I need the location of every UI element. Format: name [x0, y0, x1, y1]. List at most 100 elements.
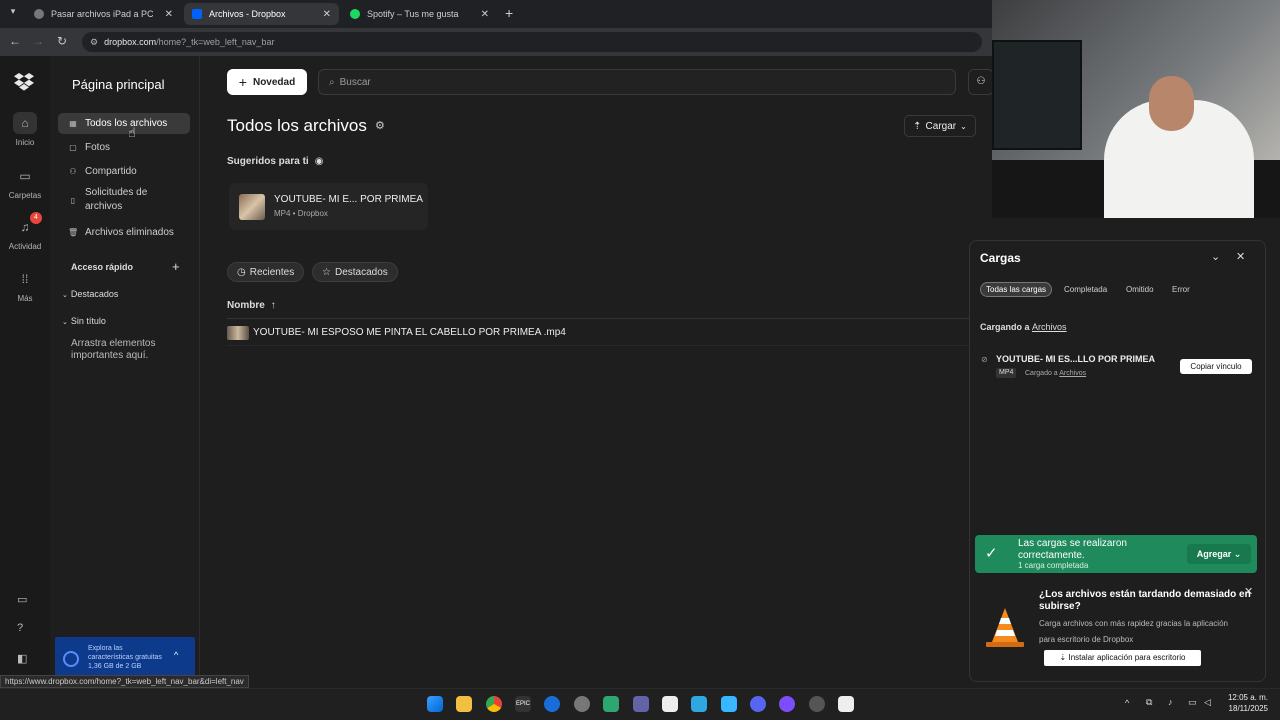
mouse-cursor-icon: ☝	[128, 125, 136, 140]
chip-skipped[interactable]: Omitido	[1121, 282, 1159, 297]
video-thumbnail	[227, 325, 249, 340]
quick-access-heading: Acceso rápido	[71, 262, 134, 272]
tray-chevron-icon[interactable]: ^	[1125, 698, 1129, 708]
page-title: Todos los archivos	[227, 116, 367, 135]
settings-gear-icon[interactable]: ⚙	[375, 119, 385, 132]
filter-starred[interactable]: ☆ Destacados	[312, 262, 398, 282]
rail-item-more[interactable]: ⁞⁞ Más	[0, 268, 50, 303]
browser-tab-1[interactable]: Pasar archivos iPad a PC ✕	[26, 3, 181, 25]
search-icon: ⌕	[329, 76, 335, 88]
tab-search-icon[interactable]: ▾	[6, 6, 20, 20]
capcut-icon[interactable]	[662, 696, 678, 712]
file-explorer-icon[interactable]	[456, 696, 472, 712]
help-icon[interactable]: ?	[17, 622, 23, 634]
sidebar-item-photos[interactable]: ▢ Fotos	[58, 137, 190, 158]
plus-icon: +	[238, 74, 247, 90]
success-toast: ✓ Las cargas se realizaron correctamente.…	[975, 535, 1257, 573]
traffic-cone-icon	[982, 604, 1028, 650]
archivos-link[interactable]: Archivos	[1032, 322, 1067, 332]
untitled-section[interactable]: ⌄ Sin título	[62, 316, 106, 326]
teams-icon[interactable]	[633, 696, 649, 712]
reload-icon[interactable]: ↻	[57, 34, 67, 48]
clock[interactable]: 12:05 a. m. 18/11/2025	[1224, 692, 1268, 714]
steam-icon[interactable]	[809, 696, 825, 712]
browser-tab-2[interactable]: Archivos - Dropbox ✕	[184, 3, 339, 25]
sidebar-title: Página principal	[72, 77, 165, 92]
upload-icon: ⇡	[913, 120, 922, 132]
promo-body: Carga archivos con más rapidez gracias l…	[1039, 619, 1228, 644]
chrome-icon[interactable]	[486, 696, 502, 712]
microphone-icon[interactable]: ♪	[1168, 697, 1173, 707]
url-field[interactable]: ⚙ dropbox.com/home?_tk=web_left_nav_bar	[82, 32, 982, 52]
settings-icon[interactable]	[574, 696, 590, 712]
new-tab-icon[interactable]: +	[505, 5, 513, 21]
close-icon[interactable]: ✕	[165, 9, 173, 20]
files-icon: ▦	[69, 119, 77, 128]
chip-all-uploads[interactable]: Todas las cargas	[980, 282, 1053, 297]
add-button[interactable]: Agregar ⌄	[1187, 544, 1251, 564]
eye-icon[interactable]: ◉	[315, 156, 324, 167]
promo-title: ¿Los archivos están tardando demasiado e…	[1039, 589, 1251, 612]
close-icon[interactable]: ✕	[481, 9, 489, 20]
close-icon[interactable]: ✕	[323, 9, 331, 20]
check-circle-icon: ⊘	[981, 355, 988, 364]
filter-recent[interactable]: ◷ Recientes	[227, 262, 305, 282]
epic-games-icon[interactable]: EPIC	[515, 696, 531, 712]
chevron-down-icon: ⌄	[62, 292, 68, 299]
site-info-icon[interactable]: ⚙	[90, 37, 98, 48]
sidebar-item-shared[interactable]: ⚇ Compartido	[58, 161, 190, 182]
chip-completed[interactable]: Completada	[1059, 282, 1112, 297]
starred-section[interactable]: ⌄ Destacados	[62, 289, 118, 299]
forward-icon[interactable]: →	[32, 34, 44, 48]
suggested-card[interactable]: YOUTUBE- MI E... POR PRIMEA MP4 • Dropbo…	[229, 183, 428, 230]
new-button[interactable]: + Novedad	[227, 69, 307, 95]
tray-app-icon[interactable]: ⧉	[1146, 697, 1152, 708]
network-icon[interactable]: ▭	[1188, 697, 1197, 708]
dropbox-logo-icon[interactable]	[13, 72, 35, 92]
app-green-icon[interactable]	[603, 696, 619, 712]
install-desktop-app-button[interactable]: ⇣ Instalar aplicación para escritorio	[1044, 650, 1201, 666]
volume-icon[interactable]: ◁	[1204, 697, 1211, 708]
photo-icon: ▢	[69, 143, 77, 152]
status-url: https://www.dropbox.com/home?_tk=web_lef…	[0, 675, 249, 688]
chip-error[interactable]: Error	[1167, 282, 1195, 297]
copy-link-button[interactable]: Copiar vínculo	[1180, 359, 1252, 374]
star-icon: ☆	[322, 266, 331, 278]
rail-item-activity[interactable]: ♫ Actividad	[0, 216, 50, 251]
request-icon: ▯	[70, 196, 76, 205]
table-row[interactable]: YOUTUBE- MI ESPOSO ME PINTA EL CABELLO P…	[227, 320, 972, 346]
divider	[227, 318, 972, 319]
panel-toggle-icon[interactable]: ◧	[17, 652, 27, 665]
chevron-down-icon: ⌄	[960, 121, 967, 131]
back-icon[interactable]: ←	[9, 34, 21, 48]
desktop-icon[interactable]: ▭	[17, 593, 27, 606]
discord-icon[interactable]	[750, 696, 766, 712]
uploading-to-label: Cargando a Archivos	[980, 322, 1067, 332]
app-blue-icon[interactable]	[721, 696, 737, 712]
sidebar-item-file-requests[interactable]: ▯ Solicitudes de archivos	[58, 186, 190, 218]
sidebar-item-all-files[interactable]: ▦ Todos los archivos	[58, 113, 190, 134]
add-quick-access-icon[interactable]: +	[172, 259, 180, 274]
close-icon[interactable]: ✕	[1236, 250, 1245, 263]
account-icon[interactable]: ⚇	[968, 69, 994, 95]
windows-start-icon[interactable]	[427, 696, 443, 712]
promo-storage[interactable]: Explora las características gratuitas 1,36…	[55, 637, 195, 677]
rail-item-folders[interactable]: ▭ Carpetas	[0, 165, 50, 200]
cloud-icon[interactable]	[691, 696, 707, 712]
capcut-icon-2[interactable]	[838, 696, 854, 712]
trash-icon: 🗑︎	[68, 228, 79, 237]
search-input[interactable]: ⌕ Buscar	[318, 69, 956, 95]
upload-item-name: YOUTUBE- MI ES...LLO POR PRIMEA	[996, 354, 1156, 364]
rail-item-home[interactable]: ⌂ Inicio	[0, 112, 50, 147]
video-thumbnail	[239, 194, 265, 220]
browser-tab-3[interactable]: Spotify – Tus me gusta ✕	[342, 3, 497, 25]
upload-button[interactable]: ⇡ Cargar ⌄	[904, 115, 976, 137]
app-icon[interactable]	[544, 696, 560, 712]
column-name-header[interactable]: Nombre ↑	[227, 300, 276, 311]
collapse-icon[interactable]: ⌄	[1211, 250, 1220, 263]
app-purple-icon[interactable]	[779, 696, 795, 712]
grid-icon: ⁞⁞	[21, 272, 29, 286]
chevron-up-icon[interactable]: ^	[174, 650, 178, 660]
dropbox-icon	[192, 9, 202, 19]
sidebar-item-deleted[interactable]: 🗑︎ Archivos eliminados	[58, 222, 190, 243]
